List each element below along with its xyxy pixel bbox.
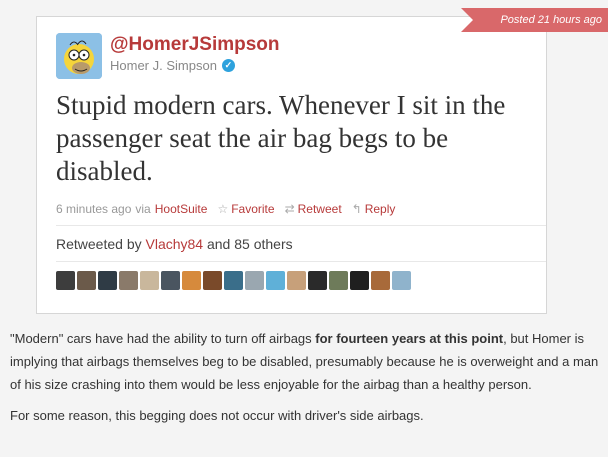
retweeter-avatar[interactable]	[98, 271, 117, 290]
posted-ribbon: Posted 21 hours ago	[461, 8, 608, 32]
posted-time: Posted 21 hours ago	[500, 14, 602, 26]
retweeter-avatar[interactable]	[119, 271, 138, 290]
article-paragraph: For some reason, this begging does not o…	[10, 408, 424, 423]
retweeter-avatar[interactable]	[203, 271, 222, 290]
retweet-icon: ⇄	[284, 202, 295, 216]
display-name[interactable]: Homer J. Simpson	[110, 58, 217, 73]
retweeter-avatar[interactable]	[392, 271, 411, 290]
retweeted-by: Retweeted by Vlachy84 and 85 others	[56, 236, 293, 252]
via-label: via	[135, 202, 151, 216]
tweet-text: Stupid modern cars. Whenever I sit in th…	[56, 90, 506, 186]
retweeter-avatar[interactable]	[329, 271, 348, 290]
article-paragraph: "Modern" cars have had the ability to tu…	[10, 327, 600, 396]
tweet-source-link[interactable]: HootSuite	[155, 202, 208, 216]
retweeter-avatars	[56, 271, 411, 290]
retweeter-avatar[interactable]	[245, 271, 264, 290]
reply-icon: ↰	[351, 202, 362, 216]
reply-button[interactable]: ↰ Reply	[352, 202, 396, 216]
favorite-label: Favorite	[231, 202, 275, 216]
avatar[interactable]	[56, 33, 102, 79]
display-name-row: Homer J. Simpson ✓	[110, 58, 235, 73]
tweet-handle[interactable]: @HomerJSimpson	[110, 34, 280, 56]
retweeter-link[interactable]: Vlachy84	[146, 236, 204, 252]
tweet-meta: 6 minutes ago via HootSuite ☆ Favorite ⇄…	[56, 202, 395, 216]
retweeted-others[interactable]: and 85 others	[207, 236, 293, 252]
tweet-timestamp[interactable]: 6 minutes ago	[56, 202, 131, 216]
retweet-label: Retweet	[297, 202, 342, 216]
verified-badge-icon: ✓	[221, 59, 235, 72]
retweeted-by-label: Retweeted by	[56, 236, 142, 252]
retweeter-avatar[interactable]	[140, 271, 159, 290]
retweeter-avatar[interactable]	[287, 271, 306, 290]
retweeter-avatar[interactable]	[308, 271, 327, 290]
retweeter-avatar[interactable]	[266, 271, 285, 290]
reply-label: Reply	[364, 202, 396, 216]
retweeter-avatar[interactable]	[182, 271, 201, 290]
retweeter-avatar[interactable]	[350, 271, 369, 290]
retweeter-avatar[interactable]	[371, 271, 390, 290]
article-bold-text: for fourteen years at this point	[315, 331, 504, 346]
retweeter-avatar[interactable]	[56, 271, 75, 290]
retweeter-avatar[interactable]	[161, 271, 180, 290]
divider	[56, 225, 546, 226]
retweeter-avatar[interactable]	[224, 271, 243, 290]
divider	[56, 261, 546, 262]
homer-avatar-icon	[56, 33, 102, 79]
retweeter-avatar[interactable]	[77, 271, 96, 290]
star-icon: ☆	[217, 202, 229, 216]
article-body: "Modern" cars have had the ability to tu…	[10, 327, 600, 435]
favorite-button[interactable]: ☆ Favorite	[217, 202, 274, 216]
retweet-button[interactable]: ⇄ Retweet	[285, 202, 342, 216]
page: @HomerJSimpson Homer J. Simpson ✓ Stupid…	[0, 0, 608, 457]
tweet-card: @HomerJSimpson Homer J. Simpson ✓ Stupid…	[36, 16, 547, 314]
article-text: "Modern" cars have had the ability to tu…	[10, 331, 316, 346]
